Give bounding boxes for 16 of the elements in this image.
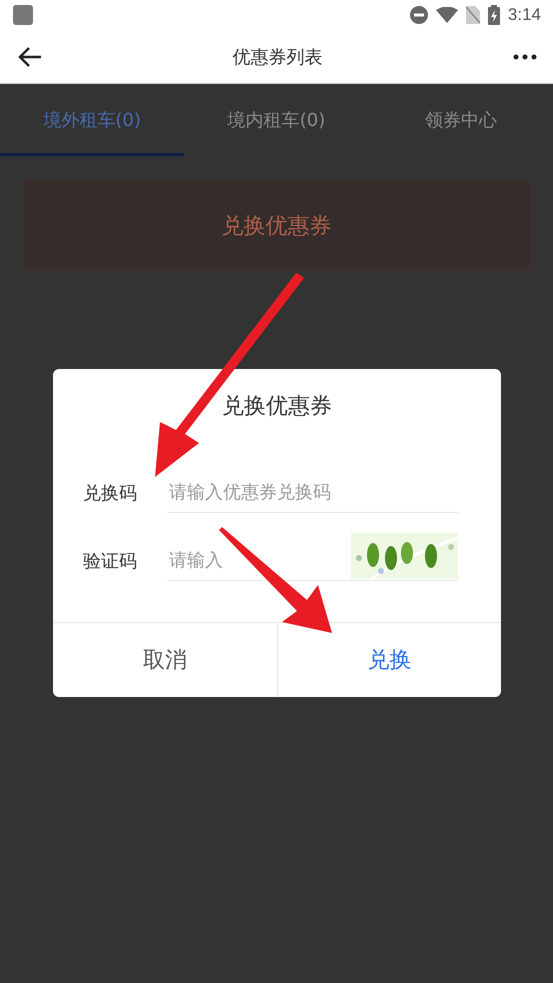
do-not-disturb-icon — [410, 6, 428, 24]
tab[interactable]: 境外租车(0) — [0, 84, 184, 156]
app-notification-icon — [12, 4, 34, 26]
wifi-icon — [436, 7, 458, 23]
tab[interactable]: 境内租车(0) — [184, 84, 369, 156]
field-label: 兑换码 — [83, 482, 138, 505]
cancel-button[interactable]: 取消 — [53, 623, 276, 697]
no-sim-icon — [466, 6, 480, 24]
dialog-title: 兑换优惠券 — [222, 394, 332, 419]
page-title: 优惠券列表 — [232, 46, 322, 68]
redeem-coupon-button[interactable]: 兑换优惠券 — [22, 181, 531, 271]
more-icon[interactable] — [511, 52, 539, 62]
status-time: 3:14 — [508, 5, 541, 25]
field-label: 验证码 — [83, 550, 138, 573]
battery-icon — [488, 5, 500, 25]
tab[interactable]: 领券中心 — [368, 84, 553, 156]
